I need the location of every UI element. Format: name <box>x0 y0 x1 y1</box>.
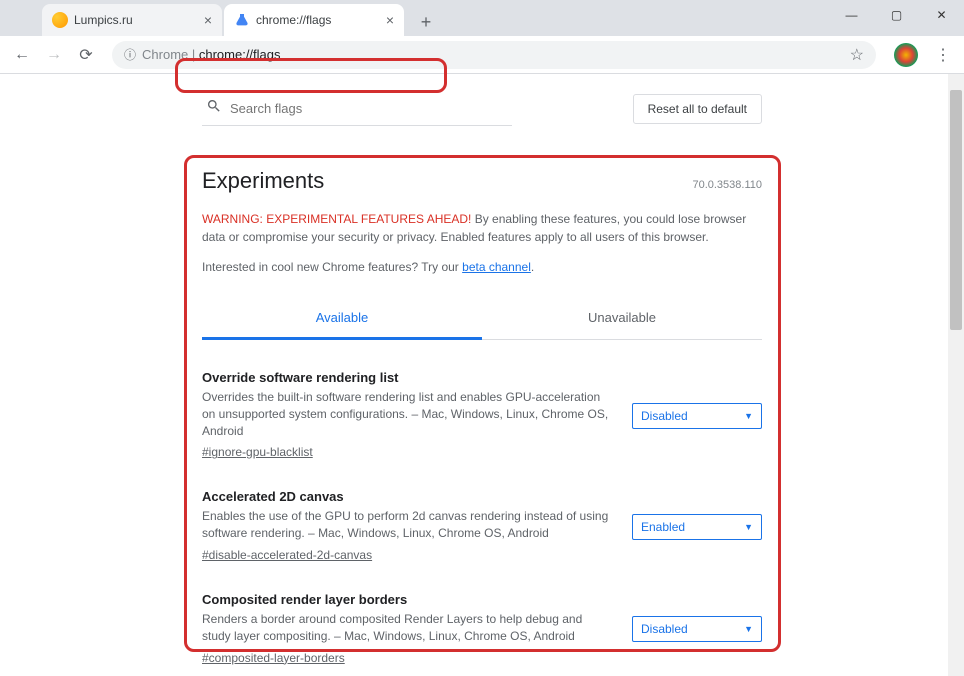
flag-item: Accelerated 2D canvas Enables the use of… <box>202 489 762 564</box>
chevron-down-icon: ▼ <box>744 624 753 634</box>
maximize-button[interactable]: ▢ <box>874 0 919 30</box>
reset-all-button[interactable]: Reset all to default <box>633 94 762 124</box>
favicon-lumpics <box>52 12 68 28</box>
bookmark-star-icon[interactable]: ☆ <box>850 45 864 65</box>
beta-channel-link[interactable]: beta channel <box>462 260 531 274</box>
flags-tabs: Available Unavailable <box>202 298 762 340</box>
favicon-flask <box>234 12 250 28</box>
flag-anchor-link[interactable]: #ignore-gpu-blacklist <box>202 445 313 459</box>
flag-desc: Enables the use of the GPU to perform 2d… <box>202 508 612 542</box>
profile-avatar[interactable] <box>894 43 918 67</box>
browser-tab-lumpics[interactable]: Lumpics.ru × <box>42 4 222 36</box>
site-info-icon[interactable]: ⓘ <box>124 46 136 63</box>
beta-channel-text: Interested in cool new Chrome features? … <box>202 260 762 274</box>
search-input[interactable] <box>230 101 508 116</box>
tab-unavailable[interactable]: Unavailable <box>482 298 762 339</box>
minimize-button[interactable]: — <box>829 0 874 30</box>
window-controls: — ▢ ✕ <box>829 0 964 30</box>
close-window-button[interactable]: ✕ <box>919 0 964 30</box>
page-title: Experiments <box>202 168 324 194</box>
flag-select[interactable]: Disabled▼ <box>632 403 762 429</box>
menu-button[interactable]: ⋮ <box>928 45 956 65</box>
close-icon[interactable]: × <box>204 12 212 28</box>
reload-button[interactable]: ⟳ <box>72 41 100 69</box>
tab-available[interactable]: Available <box>202 298 482 340</box>
flag-select[interactable]: Disabled▼ <box>632 616 762 642</box>
chevron-down-icon: ▼ <box>744 522 753 532</box>
url-text: Chrome | chrome://flags <box>142 47 281 62</box>
close-icon[interactable]: × <box>386 12 394 28</box>
flag-title: Override software rendering list <box>202 370 612 385</box>
flag-title: Accelerated 2D canvas <box>202 489 612 504</box>
new-tab-button[interactable]: + <box>412 8 440 36</box>
version-label: 70.0.3538.110 <box>692 179 762 191</box>
experiments-content: Experiments 70.0.3538.110 WARNING: EXPER… <box>202 144 762 676</box>
search-box[interactable] <box>202 92 512 126</box>
flag-desc: Overrides the built-in software renderin… <box>202 389 612 439</box>
tab-title: chrome://flags <box>256 13 331 27</box>
scrollbar-thumb[interactable] <box>950 90 962 330</box>
warning-text: WARNING: EXPERIMENTAL FEATURES AHEAD! By… <box>202 210 762 246</box>
page-body: Reset all to default Experiments 70.0.35… <box>0 74 964 676</box>
tab-strip: Lumpics.ru × chrome://flags × + — ▢ ✕ <box>0 0 964 36</box>
chevron-down-icon: ▼ <box>744 411 753 421</box>
forward-button[interactable]: → <box>40 41 68 69</box>
search-icon <box>206 98 222 119</box>
flags-toolbar: Reset all to default <box>202 74 762 144</box>
toolbar: ← → ⟳ ⓘ Chrome | chrome://flags ☆ ⋮ <box>0 36 964 74</box>
flag-select[interactable]: Enabled▼ <box>632 514 762 540</box>
back-button[interactable]: ← <box>8 41 36 69</box>
flag-item: Composited render layer borders Renders … <box>202 592 762 667</box>
flag-item: Override software rendering list Overrid… <box>202 370 762 461</box>
flag-desc: Renders a border around composited Rende… <box>202 611 612 645</box>
flag-anchor-link[interactable]: #composited-layer-borders <box>202 651 345 665</box>
tab-title: Lumpics.ru <box>74 13 133 27</box>
flag-anchor-link[interactable]: #disable-accelerated-2d-canvas <box>202 548 372 562</box>
address-bar[interactable]: ⓘ Chrome | chrome://flags ☆ <box>112 41 876 69</box>
flag-title: Composited render layer borders <box>202 592 612 607</box>
browser-tab-flags[interactable]: chrome://flags × <box>224 4 404 36</box>
